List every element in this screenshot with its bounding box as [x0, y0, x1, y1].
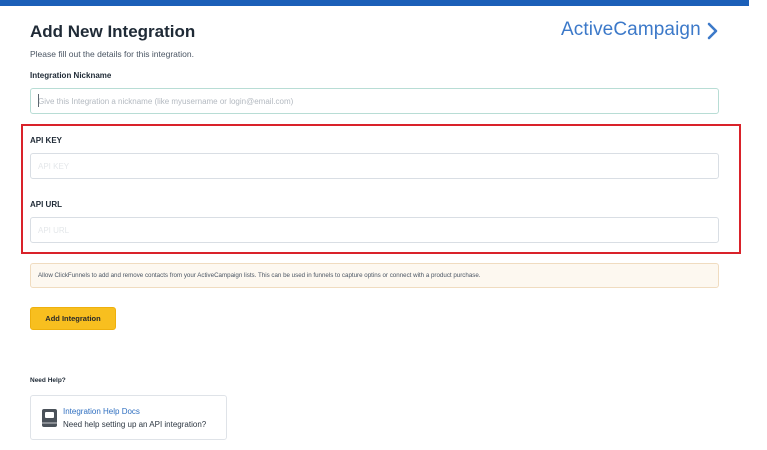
- help-docs-description: Need help setting up an API integration?: [63, 420, 207, 429]
- top-accent-bar: [0, 0, 749, 6]
- nickname-label: Integration Nickname: [30, 71, 112, 80]
- help-docs-card[interactable]: Integration Help Docs Need help setting …: [30, 395, 227, 440]
- api-credentials-highlight: [21, 124, 741, 254]
- book-icon: [42, 409, 57, 427]
- integration-notice: Allow ClickFunnels to add and remove con…: [30, 263, 719, 288]
- add-integration-button[interactable]: Add Integration: [30, 307, 116, 330]
- page-subtitle: Please fill out the details for this int…: [30, 49, 194, 59]
- text-cursor: [38, 94, 39, 107]
- chevron-right-icon: [707, 22, 718, 40]
- help-heading: Need Help?: [30, 377, 66, 384]
- help-docs-link[interactable]: Integration Help Docs: [63, 407, 140, 416]
- brand-logo-text: ActiveCampaign: [561, 19, 701, 40]
- page-title: Add New Integration: [30, 22, 196, 41]
- nickname-input[interactable]: [30, 88, 719, 114]
